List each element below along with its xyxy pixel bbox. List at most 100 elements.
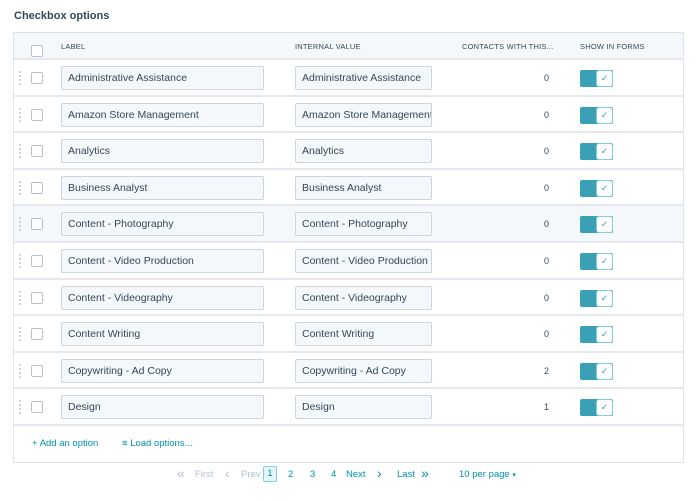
label-input[interactable]: Business Analyst [61,175,264,200]
show-in-forms-toggle[interactable]: ✓ [580,362,613,380]
check-icon: ✓ [596,362,613,380]
internal-value-input[interactable]: Amazon Store Management [295,102,432,127]
table-row: Design Design 1 ✓ [14,389,683,426]
label-input[interactable]: Content - Video Production [61,248,264,273]
internal-value-input[interactable]: Content - Photography [295,212,432,237]
page-2-button[interactable]: 2 [288,466,293,483]
page-3-button[interactable]: 3 [310,466,315,483]
caret-down-icon: ▾ [512,472,516,479]
table-header: LABEL INTERNAL VALUE CONTACTS WITH THIS.… [14,33,683,60]
first-page-icon[interactable]: « [177,466,185,481]
options-table: LABEL INTERNAL VALUE CONTACTS WITH THIS.… [13,32,684,463]
internal-value-input[interactable]: Content - Videography [295,285,432,310]
internal-value-input[interactable]: Content - Video Production [295,248,432,273]
drag-handle-icon[interactable] [19,180,21,195]
table-row: Analytics Analytics 0 ✓ [14,133,683,170]
row-checkbox[interactable] [31,401,43,414]
page-1-button[interactable]: 1 [263,466,277,482]
load-options-button[interactable]: ≡ Load options... [122,426,193,462]
show-in-forms-toggle[interactable]: ✓ [580,143,613,161]
row-checkbox[interactable] [31,254,43,267]
internal-value-input[interactable]: Administrative Assistance [295,66,432,90]
show-in-forms-toggle[interactable]: ✓ [580,289,613,307]
drag-handle-icon[interactable] [19,107,21,122]
label-input[interactable]: Administrative Assistance [61,66,264,90]
show-in-forms-toggle[interactable]: ✓ [580,399,613,417]
label-input[interactable]: Design [61,395,264,420]
drag-handle-icon[interactable] [19,327,21,342]
next-page-icon[interactable]: › [377,466,382,481]
label-input[interactable]: Copywriting - Ad Copy [61,358,264,383]
check-icon: ✓ [596,252,613,270]
check-icon: ✓ [596,399,613,417]
contacts-count: 0 [543,255,549,266]
last-page-button[interactable]: Last [397,466,415,483]
show-in-forms-toggle[interactable]: ✓ [580,326,613,344]
show-in-forms-toggle[interactable]: ✓ [580,252,613,270]
show-in-forms-toggle[interactable]: ✓ [580,179,613,197]
table-row: Content Writing Content Writing 0 ✓ [14,316,683,353]
drag-handle-icon[interactable] [19,217,21,232]
contacts-count: 0 [543,146,549,157]
column-header-internal-value: INTERNAL VALUE [295,42,361,51]
row-checkbox[interactable] [31,145,43,158]
internal-value-input[interactable]: Copywriting - Ad Copy [295,358,432,383]
label-input[interactable]: Content - Videography [61,285,264,310]
internal-value-input[interactable]: Analytics [295,139,432,164]
contacts-count: 2 [543,365,549,376]
label-input[interactable]: Content Writing [61,322,264,347]
table-row: Amazon Store Management Amazon Store Man… [14,96,683,134]
show-in-forms-toggle[interactable]: ✓ [580,216,613,234]
check-icon: ✓ [596,326,613,344]
add-option-button[interactable]: + Add an option [32,426,98,462]
check-icon: ✓ [596,179,613,197]
drag-handle-icon[interactable] [19,400,21,415]
internal-value-input[interactable]: Design [295,395,432,420]
contacts-count: 1 [543,402,549,413]
page-4-button[interactable]: 4 [331,466,336,483]
select-all-checkbox[interactable] [31,45,43,57]
label-input[interactable]: Content - Photography [61,212,264,237]
check-icon: ✓ [596,106,613,124]
contacts-count: 0 [543,219,549,230]
table-row: Copywriting - Ad Copy Copywriting - Ad C… [14,352,683,390]
drag-handle-icon[interactable] [19,144,21,159]
table-row: Content - Videography Content - Videogra… [14,279,683,317]
show-in-forms-toggle[interactable]: ✓ [580,106,613,124]
row-checkbox[interactable] [31,291,43,304]
column-header-contacts: CONTACTS WITH THIS... [462,42,554,51]
table-row: Content - Video Production Content - Vid… [14,242,683,280]
drag-handle-icon[interactable] [19,253,21,268]
contacts-count: 0 [543,73,549,83]
prev-page-icon[interactable]: ‹ [225,466,230,481]
table-footer: + Add an option ≡ Load options... [14,426,683,462]
pagination: « First ‹ Prev 1 2 3 4 Next › Last » 10 … [0,466,700,484]
table-row: Content - Photography Content - Photogra… [14,206,683,243]
label-input[interactable]: Amazon Store Management [61,102,264,127]
prev-page-button[interactable]: Prev [241,466,261,483]
check-icon: ✓ [596,289,613,307]
internal-value-input[interactable]: Business Analyst [295,175,432,200]
plus-icon: + [32,437,38,449]
internal-value-input[interactable]: Content Writing [295,322,432,347]
load-options-label: Load options... [130,437,193,449]
row-checkbox[interactable] [31,72,43,84]
show-in-forms-toggle[interactable]: ✓ [580,70,613,87]
last-page-icon[interactable]: » [421,466,429,481]
per-page-label: 10 per page [459,469,510,480]
row-checkbox[interactable] [31,364,43,377]
drag-handle-icon[interactable] [19,363,21,378]
drag-handle-icon[interactable] [19,71,21,85]
label-input[interactable]: Analytics [61,139,264,164]
row-checkbox[interactable] [31,108,43,121]
row-checkbox[interactable] [31,328,43,341]
contacts-count: 0 [543,182,549,193]
first-page-button[interactable]: First [195,466,213,483]
per-page-dropdown[interactable]: 10 per page ▾ [459,466,516,484]
add-option-label: Add an option [39,437,99,449]
row-checkbox[interactable] [31,181,43,194]
contacts-count: 0 [543,329,549,340]
next-page-button[interactable]: Next [346,466,366,483]
drag-handle-icon[interactable] [19,290,21,305]
row-checkbox[interactable] [31,218,43,231]
